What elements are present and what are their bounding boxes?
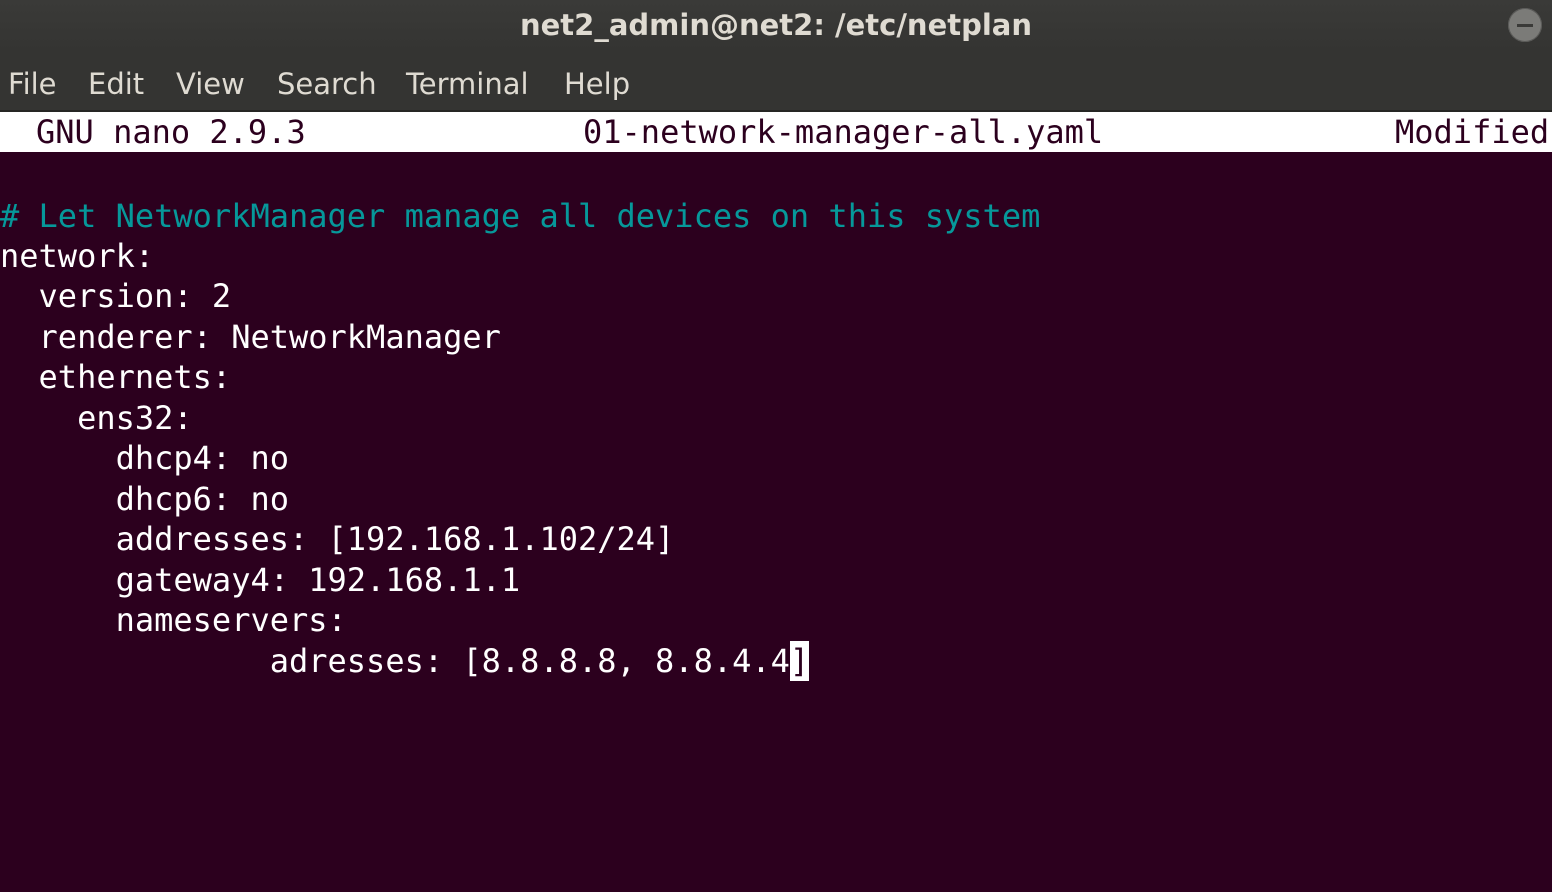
code-line: addresses: [192.168.1.102/24] xyxy=(0,520,675,558)
menu-edit[interactable]: Edit xyxy=(88,66,144,102)
menu-view[interactable]: View xyxy=(176,66,245,102)
terminal-window: net2_admin@net2: /etc/netplan File Edit … xyxy=(0,0,1552,892)
code-line: ethernets: xyxy=(0,358,232,396)
terminal-area[interactable]: GNU nano 2.9.3 01-network-manager-all.ya… xyxy=(0,112,1552,892)
menu-terminal[interactable]: Terminal xyxy=(406,66,529,102)
code-line: dhcp4: no xyxy=(0,439,289,477)
window-title: net2_admin@net2: /etc/netplan xyxy=(519,8,1033,42)
code-line: ens32: xyxy=(0,399,193,437)
title-bar[interactable]: net2_admin@net2: /etc/netplan xyxy=(0,0,1552,52)
code-line-comment: # Let NetworkManager manage all devices … xyxy=(0,197,1041,235)
nano-header-bar: GNU nano 2.9.3 01-network-manager-all.ya… xyxy=(0,112,1552,152)
code-line: dhcp6: no xyxy=(0,480,289,518)
minimize-button[interactable] xyxy=(1508,8,1542,42)
code-line: renderer: NetworkManager xyxy=(0,318,501,356)
nano-filename: 01-network-manager-all.yaml xyxy=(583,113,1104,151)
code-line-text: adresses: [8.8.8.8, 8.8.4.4 xyxy=(0,642,790,680)
menu-bar: File Edit View Search Terminal Help xyxy=(0,52,1552,112)
minimize-icon xyxy=(1517,24,1533,27)
code-line: network: xyxy=(0,237,155,275)
menu-search[interactable]: Search xyxy=(277,66,377,102)
text-cursor: ] xyxy=(789,641,810,681)
nano-version: GNU nano 2.9.3 xyxy=(36,113,306,151)
code-line: gateway4: 192.168.1.1 xyxy=(0,561,521,599)
code-line: nameservers: xyxy=(0,601,347,639)
menu-file[interactable]: File xyxy=(8,66,57,102)
menu-help[interactable]: Help xyxy=(564,66,630,102)
code-line: version: 2 xyxy=(0,277,232,315)
code-line-current: adresses: [8.8.8.8, 8.8.4.4] xyxy=(0,641,810,681)
nano-status: Modified xyxy=(1395,113,1550,151)
